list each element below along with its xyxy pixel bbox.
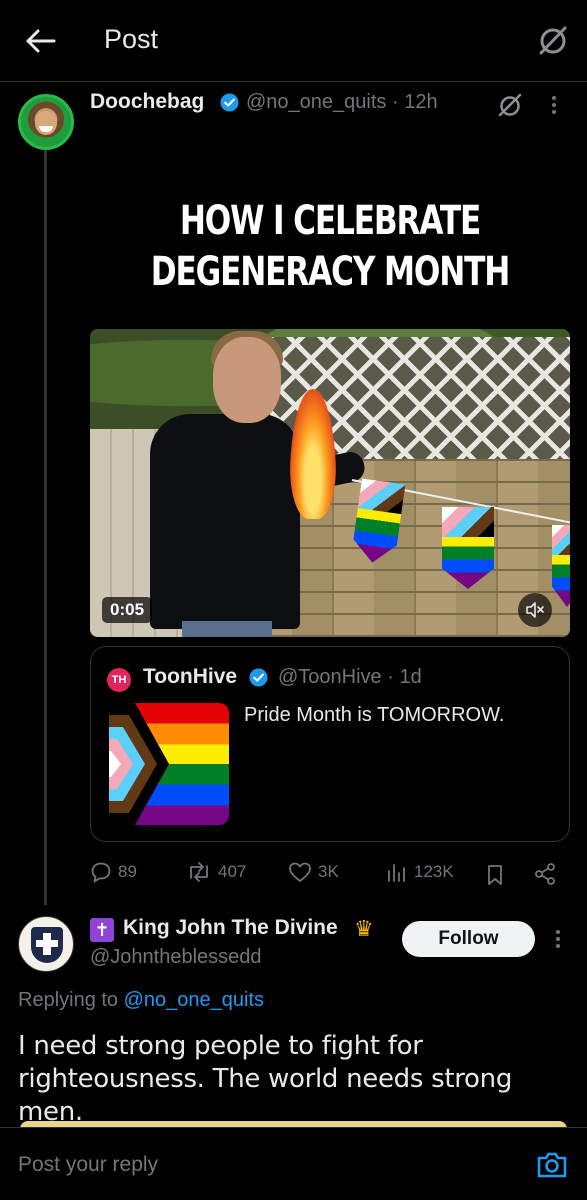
repost-count: 407 xyxy=(218,862,247,881)
separator-dot: · xyxy=(391,91,405,113)
bookmark-icon[interactable] xyxy=(486,861,504,889)
reply-text: I need strong people to fight for righte… xyxy=(18,1031,513,1127)
thread-line xyxy=(44,150,47,905)
camera-icon[interactable] xyxy=(536,1150,568,1180)
follow-button[interactable]: Follow xyxy=(402,921,535,957)
quoted-author-name[interactable]: ToonHive xyxy=(143,665,237,689)
author-avatar[interactable] xyxy=(18,94,74,150)
arrow-left-icon[interactable] xyxy=(22,26,58,56)
quoted-author-avatar[interactable]: TH xyxy=(107,668,131,692)
progress-pride-flag-image[interactable] xyxy=(109,703,229,825)
replying-to-label: Replying to xyxy=(18,989,119,1011)
video-player[interactable]: 0:05 xyxy=(90,329,570,637)
heart-icon xyxy=(289,862,311,882)
post-actions: 89 407 3K 123K xyxy=(90,858,570,888)
author-handle-time: @no_one_quits · 12h xyxy=(246,91,438,114)
quoted-time: 1d xyxy=(399,666,422,688)
like-button[interactable]: 3K xyxy=(288,858,339,886)
quoted-post-text: Pride Month is TOMORROW. xyxy=(244,704,505,726)
views-button[interactable]: 123K xyxy=(386,858,454,886)
page-title: Post xyxy=(104,24,159,54)
reply-author-handle[interactable]: @Johntheblessedd xyxy=(90,946,262,969)
verified-badge-icon xyxy=(220,93,239,112)
reply-button[interactable]: 89 xyxy=(90,858,137,886)
grok-icon[interactable] xyxy=(497,92,523,118)
post-time: 12h xyxy=(404,91,438,113)
view-count: 123K xyxy=(414,862,454,881)
top-bar: Post xyxy=(0,0,587,82)
replying-to-line: Replying to @no_one_quits xyxy=(18,989,264,1012)
reply-input[interactable]: Post your reply xyxy=(18,1153,158,1177)
video-duration: 0:05 xyxy=(102,597,153,623)
grok-icon[interactable] xyxy=(537,24,569,56)
more-options-icon[interactable] xyxy=(546,92,562,118)
reply-author-avatar[interactable] xyxy=(18,916,74,972)
repost-icon xyxy=(190,862,208,882)
more-options-icon[interactable] xyxy=(550,926,566,952)
author-name[interactable]: Doochebag xyxy=(90,90,204,114)
author-handle[interactable]: @no_one_quits xyxy=(246,91,386,113)
quoted-handle-time: @ToonHive · 1d xyxy=(278,666,422,689)
quoted-handle[interactable]: @ToonHive xyxy=(278,666,382,688)
views-bar-chart-icon xyxy=(388,864,405,882)
quoted-post[interactable]: TH ToonHive @ToonHive · 1d Pride Month i… xyxy=(90,646,570,842)
crown-emoji-icon: ♛ xyxy=(354,916,374,941)
speaker-muted-icon xyxy=(526,602,544,618)
reply-icon xyxy=(91,862,111,883)
reply-composer[interactable]: Post your reply xyxy=(0,1127,587,1200)
share-icon[interactable] xyxy=(534,860,556,888)
cross-emoji-icon: ✝ xyxy=(90,918,114,942)
reply-author-name[interactable]: King John The Divine xyxy=(123,916,338,940)
like-count: 3K xyxy=(318,862,339,881)
replying-to-mention[interactable]: @no_one_quits xyxy=(124,989,264,1011)
mute-button[interactable] xyxy=(518,593,552,627)
verified-badge-icon xyxy=(249,668,268,687)
reply-count: 89 xyxy=(118,862,137,881)
separator-dot: · xyxy=(387,666,400,688)
repost-button[interactable]: 407 xyxy=(186,858,246,886)
meme-caption: HOW I CELEBRATE DEGENERACY MONTH xyxy=(150,198,511,295)
